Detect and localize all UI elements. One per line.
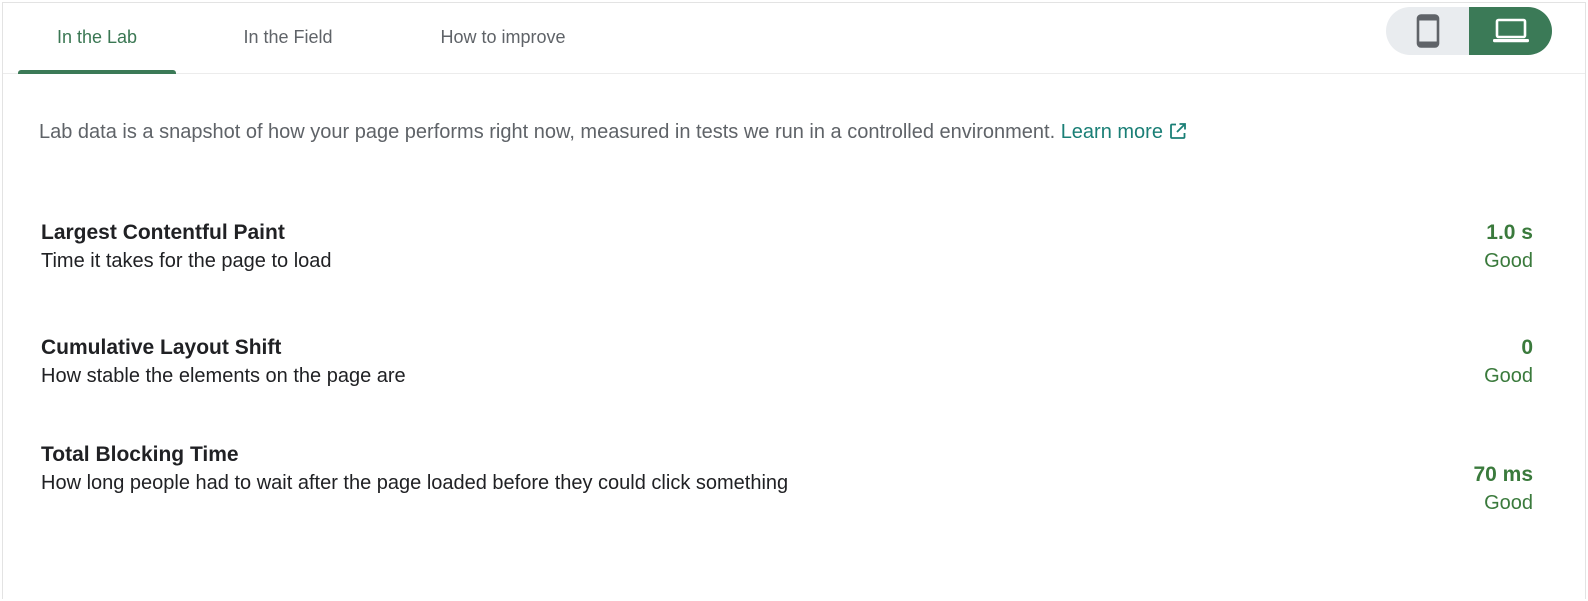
learn-more-link[interactable]: Learn more: [1061, 121, 1187, 143]
metric-value: 70 ms: [1473, 463, 1533, 486]
metric-name: Total Blocking Time: [41, 443, 239, 466]
metric-row-lcp: Largest Contentful Paint Time it takes f…: [41, 219, 1533, 275]
metric-rating: Good: [1484, 492, 1533, 514]
metric-value-block: 0 Good: [1484, 334, 1533, 390]
metric-row-cls: Cumulative Layout Shift How stable the e…: [41, 334, 1533, 390]
desktop-device-button[interactable]: [1469, 7, 1552, 55]
intro-text: Lab data is a snapshot of how your page …: [39, 121, 1056, 143]
tab-how-to-improve[interactable]: How to improve: [403, 3, 603, 73]
tab-in-the-field[interactable]: In the Field: [208, 3, 368, 73]
metric-row-tbt: Total Blocking Time How long people had …: [41, 441, 1533, 514]
metric-value: 1.0 s: [1486, 221, 1533, 244]
device-toggle: [1386, 7, 1552, 55]
tab-bar: In the Lab In the Field How to improve: [3, 3, 1585, 74]
metric-description: How long people had to wait after the pa…: [41, 472, 789, 494]
intro-description: Lab data is a snapshot of how your page …: [39, 121, 1187, 144]
mobile-device-button[interactable]: [1386, 7, 1469, 55]
laptop-icon: [1492, 18, 1529, 43]
metric-description: How stable the elements on the page are: [41, 365, 406, 387]
lab-data-panel: In the Lab In the Field How to improve L…: [2, 2, 1586, 599]
mobile-phone-icon: [1416, 14, 1439, 48]
tab-in-the-lab[interactable]: In the Lab: [18, 3, 176, 74]
metric-name: Cumulative Layout Shift: [41, 336, 282, 359]
metric-description: Time it takes for the page to load: [41, 250, 332, 272]
metric-value-block: 70 ms Good: [1473, 461, 1533, 517]
metric-value-block: 1.0 s Good: [1484, 219, 1533, 275]
metric-name: Largest Contentful Paint: [41, 221, 285, 244]
external-link-icon: [1170, 123, 1186, 139]
metric-rating: Good: [1484, 365, 1533, 387]
metric-rating: Good: [1484, 250, 1533, 272]
learn-more-label: Learn more: [1060, 121, 1163, 143]
metric-value: 0: [1521, 336, 1533, 359]
